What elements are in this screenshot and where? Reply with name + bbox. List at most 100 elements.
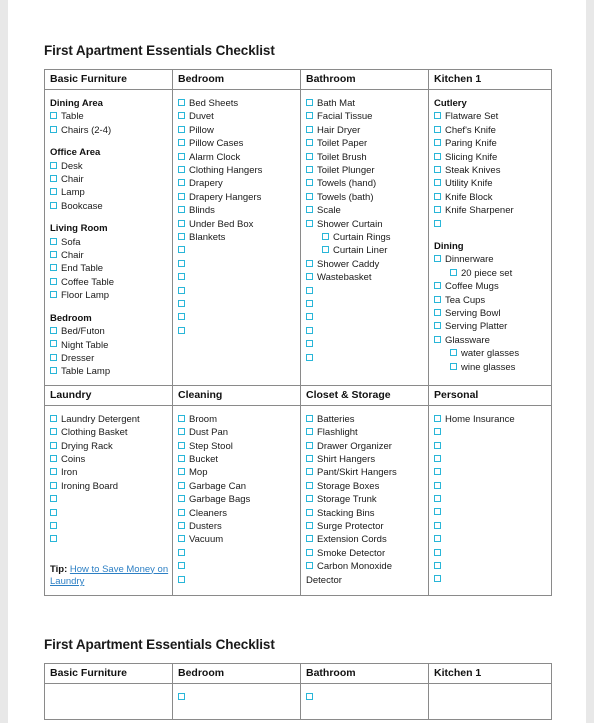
checklist-item[interactable]: Chair	[50, 249, 170, 262]
checkbox-icon[interactable]	[50, 264, 57, 272]
checklist-item[interactable]: Laundry Detergent	[50, 413, 170, 426]
checklist-item[interactable]: Surge Protector	[306, 520, 426, 533]
checkbox-icon[interactable]	[306, 521, 313, 529]
checklist-item[interactable]: Iron	[50, 466, 170, 479]
checklist-item[interactable]: Alarm Clock	[178, 151, 298, 164]
checklist-item[interactable]: End Table	[50, 262, 170, 275]
checklist-item[interactable]: Home Insurance	[434, 413, 549, 426]
checklist-item[interactable]: Paring Knife	[434, 137, 549, 150]
checklist-item[interactable]: Desk	[50, 160, 170, 173]
checklist-item-blank[interactable]	[178, 547, 298, 560]
checklist-item[interactable]: Hair Dryer	[306, 124, 426, 137]
checkbox-icon[interactable]	[178, 481, 185, 489]
checklist-item[interactable]: Steak Knives	[434, 164, 549, 177]
checkbox-icon[interactable]	[434, 295, 441, 303]
checklist-item[interactable]: Curtain Rings	[306, 231, 426, 244]
checkbox-icon[interactable]	[178, 454, 185, 462]
checkbox-icon[interactable]	[178, 206, 185, 214]
checkbox-icon[interactable]	[178, 179, 185, 187]
checklist-item[interactable]: Blinds	[178, 204, 298, 217]
checkbox-icon[interactable]	[50, 481, 57, 489]
checklist-item[interactable]: Bed/Futon	[50, 325, 170, 338]
checkbox-icon[interactable]	[178, 219, 185, 227]
checkbox-icon[interactable]	[434, 481, 441, 489]
checkbox-icon[interactable]	[50, 454, 57, 462]
checklist-item[interactable]: wine glasses	[434, 361, 549, 374]
checkbox-icon[interactable]	[434, 139, 441, 147]
checklist-item[interactable]: Flashlight	[306, 426, 426, 439]
checkbox-icon[interactable]	[450, 268, 457, 276]
checklist-item[interactable]: Drawer Organizer	[306, 440, 426, 453]
checklist-item[interactable]: Bucket	[178, 453, 298, 466]
checklist-item-blank[interactable]	[434, 547, 549, 560]
checkbox-icon[interactable]	[434, 575, 441, 583]
checklist-item[interactable]: Serving Bowl	[434, 307, 549, 320]
checklist-item-blank[interactable]	[306, 285, 426, 298]
checklist-item[interactable]: Night Table	[50, 339, 170, 352]
checkbox-icon[interactable]	[306, 481, 313, 489]
checklist-item[interactable]: Storage Trunk	[306, 493, 426, 506]
checkbox-icon[interactable]	[306, 259, 313, 267]
checkbox-icon[interactable]	[178, 273, 185, 281]
checklist-item[interactable]: Facial Tissue	[306, 110, 426, 123]
checkbox-icon[interactable]	[178, 468, 185, 476]
checkbox-icon[interactable]	[434, 535, 441, 543]
checklist-item-blank[interactable]	[434, 493, 549, 506]
checklist-item[interactable]: Coffee Mugs	[434, 280, 549, 293]
checkbox-icon[interactable]	[306, 454, 313, 462]
checklist-item-blank[interactable]	[50, 520, 170, 533]
checkbox-icon[interactable]	[306, 286, 313, 294]
checklist-item[interactable]: Pant/Skirt Hangers	[306, 466, 426, 479]
checkbox-icon[interactable]	[434, 414, 441, 422]
checkbox-icon[interactable]	[434, 322, 441, 330]
checklist-item[interactable]: Drying Rack	[50, 440, 170, 453]
checkbox-icon[interactable]	[178, 313, 185, 321]
checklist-item-blank[interactable]	[178, 258, 298, 271]
checklist-item[interactable]: Shower Curtain	[306, 218, 426, 231]
checkbox-icon[interactable]	[306, 179, 313, 187]
checklist-item[interactable]: Dusters	[178, 520, 298, 533]
checklist-item-blank[interactable]	[50, 533, 170, 546]
checklist-item[interactable]: Dust Pan	[178, 426, 298, 439]
checkbox-icon[interactable]	[50, 277, 57, 285]
checkbox-icon[interactable]	[434, 179, 441, 187]
checklist-item[interactable]: Drapery	[178, 177, 298, 190]
checkbox-icon[interactable]	[178, 139, 185, 147]
checkbox-icon[interactable]	[50, 125, 57, 133]
checklist-item[interactable]: Toilet Plunger	[306, 164, 426, 177]
checkbox-icon[interactable]	[50, 535, 57, 543]
checkbox-icon[interactable]	[306, 535, 313, 543]
checkbox-icon[interactable]	[434, 335, 441, 343]
checkbox-icon[interactable]	[50, 521, 57, 529]
checklist-item[interactable]: Cleaners	[178, 507, 298, 520]
checkbox-icon[interactable]	[178, 246, 185, 254]
checklist-item[interactable]: Knife Block	[434, 191, 549, 204]
checklist-item[interactable]: Toilet Paper	[306, 137, 426, 150]
checklist-item-blank[interactable]	[434, 520, 549, 533]
checklist-item[interactable]: Stacking Bins	[306, 507, 426, 520]
checkbox-icon[interactable]	[50, 201, 57, 209]
checkbox-icon[interactable]	[434, 521, 441, 529]
checklist-item[interactable]: Slicing Knife	[434, 151, 549, 164]
checklist-item-blank[interactable]	[306, 352, 426, 365]
checkbox-icon[interactable]	[434, 441, 441, 449]
checklist-item[interactable]: Towels (bath)	[306, 191, 426, 204]
checkbox-icon[interactable]	[306, 98, 313, 106]
checkbox-icon[interactable]	[50, 175, 57, 183]
checkbox-icon[interactable]	[306, 548, 313, 556]
checklist-item[interactable]: Vacuum	[178, 533, 298, 546]
checkbox-icon[interactable]	[178, 535, 185, 543]
checkbox-icon[interactable]	[306, 326, 313, 334]
checkbox-icon[interactable]	[178, 286, 185, 294]
checklist-item[interactable]: Garbage Bags	[178, 493, 298, 506]
checklist-item[interactable]: Broom	[178, 413, 298, 426]
checkbox-icon[interactable]	[434, 508, 441, 516]
checkbox-icon[interactable]	[306, 273, 313, 281]
checklist-item[interactable]: Chair	[50, 173, 170, 186]
checklist-item[interactable]: Pillow	[178, 124, 298, 137]
checkbox-icon[interactable]	[178, 259, 185, 267]
checklist-item[interactable]: Toilet Brush	[306, 151, 426, 164]
checklist-item-blank[interactable]	[178, 271, 298, 284]
checklist-item-blank[interactable]	[434, 453, 549, 466]
checkbox-icon[interactable]	[50, 508, 57, 516]
